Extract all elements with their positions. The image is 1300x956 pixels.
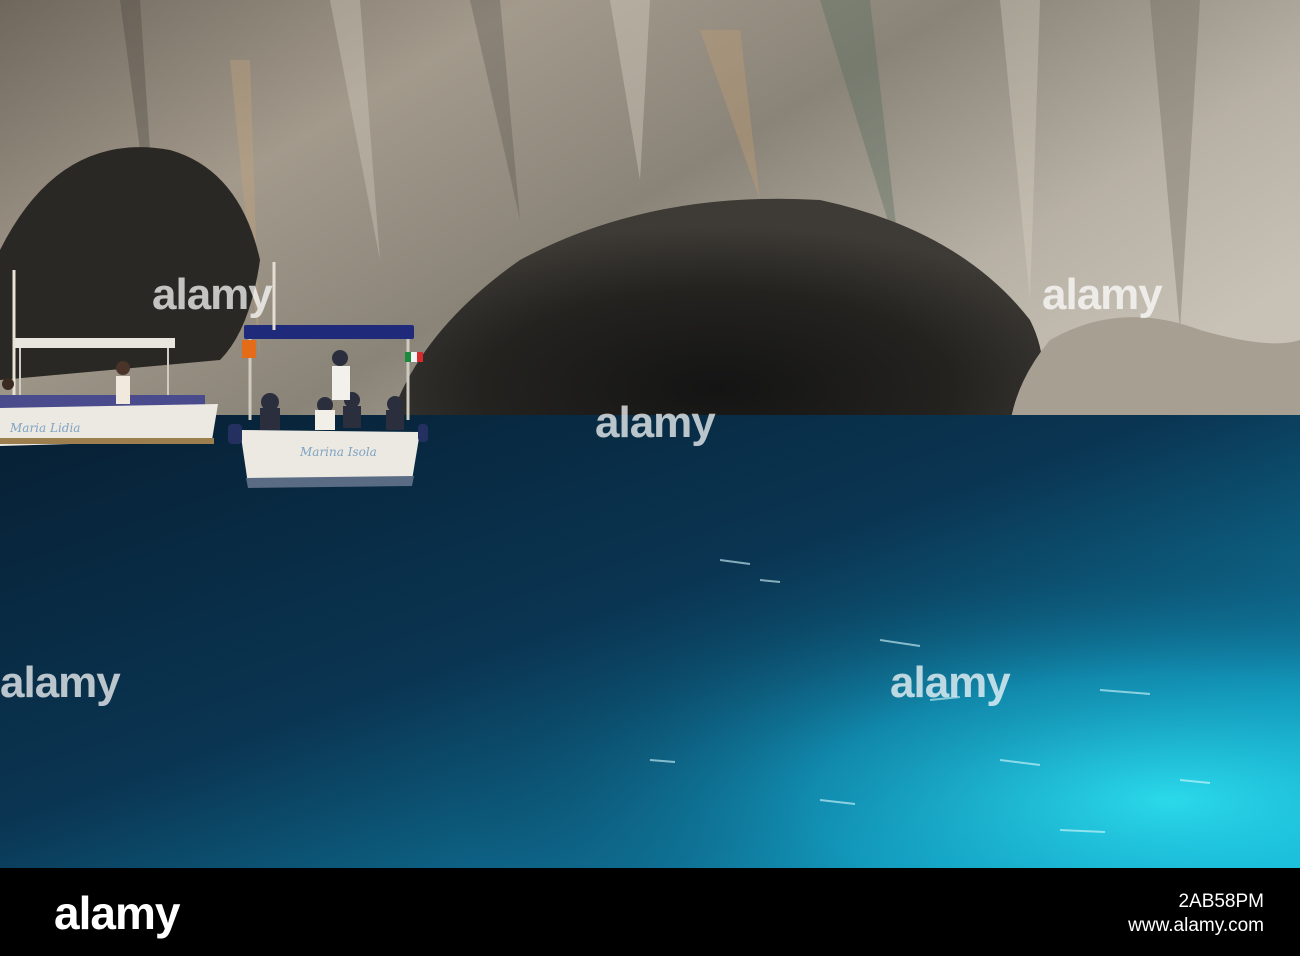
water-glow xyxy=(0,415,1300,868)
watermark-center: alamy xyxy=(595,398,716,447)
watermark-top-left: alamy xyxy=(152,270,273,319)
image-id: 2AB58PM xyxy=(1178,891,1264,912)
site-url[interactable]: www.alamy.com xyxy=(1128,914,1264,938)
tour-boat-name: Marina Isola xyxy=(299,445,377,459)
watermark-top-right: alamy xyxy=(1042,270,1163,319)
watermark-left: alamy xyxy=(0,658,121,707)
photo-scene: Maria Lidia Marina Isola alamy alamy ala… xyxy=(0,0,1300,956)
footer-meta: 2AB58PM www.alamy.com xyxy=(1128,890,1264,938)
watermark-right: alamy xyxy=(890,658,1011,707)
boat-canopy xyxy=(244,325,414,339)
footer-logo[interactable]: alamy xyxy=(54,886,180,940)
stock-footer: alamy 2AB58PM www.alamy.com xyxy=(0,868,1300,956)
small-boat-name: Maria Lidia xyxy=(9,421,80,435)
